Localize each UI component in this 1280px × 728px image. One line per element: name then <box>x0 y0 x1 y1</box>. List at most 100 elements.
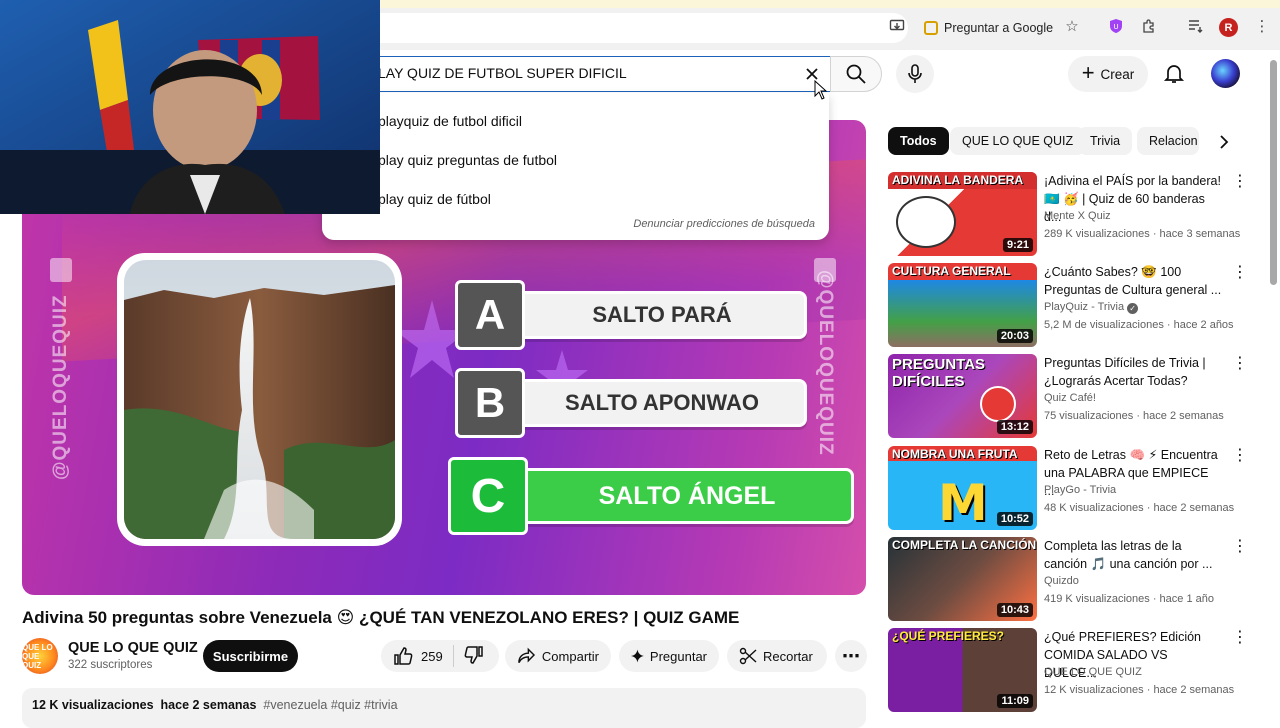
more-options-icon[interactable]: ⋮ <box>1232 356 1248 372</box>
answer-option-b[interactable]: B SALTO APONWAO <box>455 368 807 438</box>
chip-channel[interactable]: QUE LO QUE QUIZ <box>950 127 1086 155</box>
share-arrow-icon <box>518 647 536 663</box>
svg-text:U: U <box>1113 23 1118 31</box>
channel-name[interactable]: Mente X Quiz <box>1044 210 1111 222</box>
search-suggestions-dropdown: playquiz de futbol dificil play quiz pre… <box>322 93 829 240</box>
chip-related[interactable]: Relacion <box>1137 127 1199 155</box>
chip-trivia[interactable]: Trivia <box>1078 127 1133 155</box>
bookmark-star-icon[interactable]: ☆ <box>1061 15 1083 37</box>
reading-list-icon[interactable] <box>1185 15 1207 37</box>
thumbnail-text: COMPLETA LA CANCIÓN <box>892 538 1037 552</box>
video-title[interactable]: ¿Cuánto Sabes? 🤓 100 Preguntas de Cultur… <box>1044 263 1222 299</box>
chips-next-button[interactable] <box>1212 130 1236 154</box>
voice-search-button[interactable] <box>896 55 934 93</box>
subscribe-button[interactable]: Suscribirme <box>203 640 298 672</box>
report-predictions-link[interactable]: Denunciar predicciones de búsqueda <box>633 218 815 230</box>
lens-icon <box>924 21 938 35</box>
hashtags[interactable]: #venezuela #quiz #trivia <box>263 698 397 712</box>
recommended-video[interactable]: ¿QUÉ PREFIERES? 11:09 ¿Qué PREFIERES? Ed… <box>888 628 1258 712</box>
notifications-bell-icon[interactable] <box>1162 61 1186 85</box>
answer-option-c-correct[interactable]: C SALTO ÁNGEL <box>448 457 854 535</box>
address-bar[interactable] <box>360 13 908 43</box>
install-app-icon[interactable] <box>886 15 908 37</box>
clip-label: Recortar <box>763 648 813 664</box>
account-avatar[interactable] <box>1211 59 1240 88</box>
more-options-icon[interactable]: ⋮ <box>1232 630 1248 646</box>
video-title[interactable]: Preguntas Difíciles de Trivia | ¿Logrará… <box>1044 354 1222 390</box>
suggestion-item[interactable]: playquiz de futbol dificil <box>378 113 522 129</box>
recommended-video[interactable]: PREGUNTAS DIFÍCILES 13:12 Preguntas Difí… <box>888 354 1258 438</box>
option-letter: B <box>455 368 525 438</box>
view-count: 12 K visualizaciones <box>32 698 154 712</box>
waterfall-photo <box>124 260 395 539</box>
more-options-icon[interactable]: ⋮ <box>1232 448 1248 464</box>
plus-icon: + <box>1081 60 1095 85</box>
right-watermark: @QUELOQUEQUIZ <box>815 270 836 456</box>
recommended-video[interactable]: CULTURA GENERAL 20:03 ¿Cuánto Sabes? 🤓 1… <box>888 263 1258 347</box>
duration-badge: 9:21 <box>1002 238 1033 252</box>
suggestion-item[interactable]: play quiz de fútbol <box>378 191 491 207</box>
more-actions-button[interactable]: ⋯ <box>835 640 867 672</box>
verified-check-icon: ✓ <box>1127 303 1139 314</box>
recommended-video[interactable]: ADIVINA LA BANDERA 9:21 ¡Adivina el PAÍS… <box>888 172 1258 256</box>
channel-name[interactable]: PlayQuiz - Trivia ✓ <box>1044 301 1139 314</box>
chip-todos[interactable]: Todos <box>888 127 949 155</box>
video-thumbnail[interactable]: PREGUNTAS DIFÍCILES 13:12 <box>888 354 1037 438</box>
clip-button[interactable]: Recortar <box>727 640 827 672</box>
duration-badge: 10:43 <box>996 603 1033 617</box>
video-meta: 12 K visualizaciones · hace 2 semanas <box>1044 684 1235 696</box>
video-thumbnail[interactable]: ADIVINA LA BANDERA 9:21 <box>888 172 1037 256</box>
option-letter: C <box>448 457 528 535</box>
video-title[interactable]: Completa las letras de la canción 🎵 una … <box>1044 537 1222 573</box>
channel-label: PlayQuiz - Trivia <box>1044 301 1125 313</box>
channel-name[interactable]: PlayGo - Trivia <box>1044 484 1116 496</box>
letter-m-graphic: M <box>938 474 988 530</box>
dislike-button[interactable] <box>464 645 484 668</box>
korea-flag-image <box>896 196 956 248</box>
ask-google-button[interactable]: Preguntar a Google <box>916 14 1063 42</box>
more-options-icon[interactable]: ⋮ <box>1232 265 1248 281</box>
more-options-icon[interactable]: ⋮ <box>1232 539 1248 555</box>
thumbnail-text: CULTURA GENERAL <box>892 264 1011 278</box>
microphone-icon <box>908 64 922 83</box>
browser-menu-icon[interactable]: ⋮ <box>1251 15 1273 37</box>
recommended-video[interactable]: COMPLETA LA CANCIÓN 10:43 Completa las l… <box>888 537 1258 621</box>
channel-name[interactable]: QUE LO QUE QUIZ <box>1044 666 1142 678</box>
video-thumbnail[interactable]: ¿QUÉ PREFIERES? 11:09 <box>888 628 1037 712</box>
video-meta: 48 K visualizaciones · hace 2 semanas <box>1044 502 1235 514</box>
like-count: 259 <box>421 648 443 664</box>
recommended-video[interactable]: NOMBRA UNA FRUTA M 10:52 Reto de Letras … <box>888 446 1258 530</box>
left-watermark: @QUELOQUEQUIZ <box>50 294 71 480</box>
search-button[interactable] <box>830 56 882 92</box>
channel-avatar[interactable]: QUE LO QUE QUIZ <box>22 638 58 674</box>
create-label: Crear <box>1100 66 1135 82</box>
extension-shield-icon[interactable]: U <box>1105 15 1127 37</box>
answer-option-a[interactable]: A SALTO PARÁ <box>455 280 807 350</box>
thumbnail-text: ¿QUÉ PREFIERES? <box>892 629 1005 643</box>
thumbnail-text: ADIVINA LA BANDERA <box>892 173 1024 187</box>
channel-name[interactable]: QUE LO QUE QUIZ <box>68 640 198 656</box>
apple-image <box>980 386 1016 422</box>
ask-button[interactable]: Preguntar <box>619 640 719 672</box>
subscriber-count: 322 suscriptores <box>68 659 153 671</box>
like-button[interactable]: 259 <box>393 646 443 666</box>
duration-badge: 13:12 <box>996 420 1033 434</box>
browser-profile-avatar[interactable]: R <box>1219 18 1238 37</box>
video-thumbnail[interactable]: NOMBRA UNA FRUTA M 10:52 <box>888 446 1037 530</box>
ask-label: Preguntar <box>649 648 707 664</box>
share-button[interactable]: Compartir <box>505 640 611 672</box>
channel-name[interactable]: Quiz Café! <box>1044 392 1096 404</box>
ask-google-label: Preguntar a Google <box>944 21 1054 35</box>
thumbs-down-icon <box>464 645 483 664</box>
search-query-text: LAY QUIZ DE FUTBOL SUPER DIFICIL <box>378 65 627 81</box>
page-scrollbar[interactable] <box>1270 60 1277 285</box>
channel-name[interactable]: Quizdo <box>1044 575 1079 587</box>
create-button[interactable]: + Crear <box>1068 56 1148 92</box>
sparkle-icon <box>631 649 644 663</box>
video-thumbnail[interactable]: CULTURA GENERAL 20:03 <box>888 263 1037 347</box>
video-thumbnail[interactable]: COMPLETA LA CANCIÓN 10:43 <box>888 537 1037 621</box>
suggestion-item[interactable]: play quiz preguntas de futbol <box>378 152 557 168</box>
more-options-icon[interactable]: ⋮ <box>1232 174 1248 190</box>
extensions-puzzle-icon[interactable] <box>1138 15 1160 37</box>
description-stats: 12 K visualizaciones hace 2 semanas #ven… <box>32 698 398 712</box>
